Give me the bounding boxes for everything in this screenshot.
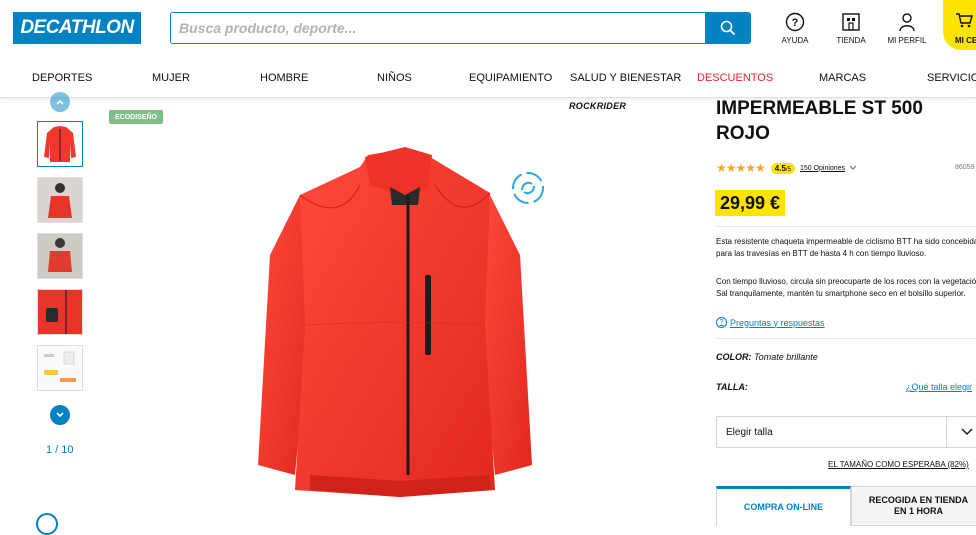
- nav-item-marcas[interactable]: MARCAS: [819, 72, 866, 84]
- size-select-value: Elegir talla: [726, 426, 773, 438]
- size-select[interactable]: Elegir talla: [716, 416, 976, 448]
- brand-logo: ROCKRIDER: [569, 101, 627, 111]
- profile-label: MI PERFIL: [887, 36, 927, 45]
- purchase-tabs: COMPRA ON-LINE RECOGIDA EN TIENDA EN 1 H…: [716, 486, 976, 526]
- decathlon-logo[interactable]: DECATHLON: [13, 12, 141, 44]
- cart-icon: [956, 13, 973, 28]
- ecodesign-badge: ECODISEÑO: [109, 110, 164, 124]
- divider: [716, 226, 976, 227]
- gallery-thumb-4[interactable]: [37, 289, 83, 335]
- questions-link[interactable]: ? Preguntas y respuestas: [716, 317, 825, 328]
- size-guide-link[interactable]: ¿Qué talla elegir: [906, 382, 972, 392]
- rating-stars-icon: ★★★★★: [716, 161, 766, 175]
- size-select-toggle[interactable]: [946, 417, 976, 447]
- tab-store-line1: RECOGIDA EN TIENDA: [868, 495, 969, 505]
- main-nav: DEPORTES MUJER HOMBRE NIÑOS EQUIPAMIENTO…: [0, 58, 976, 98]
- nav-item-ninos[interactable]: NIÑOS: [377, 72, 412, 84]
- chevron-down-icon: [961, 428, 972, 435]
- gallery-thumb-1[interactable]: [37, 121, 83, 167]
- opinions-link[interactable]: 150 Opiniones: [800, 165, 845, 172]
- store-label: TIENDA: [836, 36, 866, 45]
- questions-link-label: Preguntas y respuestas: [730, 317, 825, 328]
- gallery-up-button[interactable]: [50, 92, 70, 112]
- tab-store-pickup[interactable]: RECOGIDA EN TIENDA EN 1 HORA: [851, 486, 976, 526]
- nav-item-descuentos[interactable]: DESCUENTOS: [697, 72, 773, 84]
- rider-photo-thumbnail: [38, 178, 82, 222]
- nav-item-salud[interactable]: SALUD Y BIENESTAR: [570, 72, 681, 84]
- profile-link[interactable]: MI PERFIL: [880, 12, 934, 45]
- color-value: Tomate brillante: [754, 352, 818, 362]
- product-description-1: Esta resistente chaqueta impermeable de …: [716, 237, 976, 258]
- product-description-2: Con tiempo lluvioso, circula sin preocup…: [716, 277, 976, 298]
- site-header: DECATHLON ? AYUDA TIENDA MI PERFIL MI CE: [0, 0, 976, 58]
- detail-thumbnail: [38, 290, 82, 334]
- gallery-thumb-2[interactable]: [37, 177, 83, 223]
- product-title: IMPERMEABLE ST 500 ROJO: [716, 96, 923, 146]
- nav-item-hombre[interactable]: HOMBRE: [260, 72, 308, 84]
- infographic-thumbnail: [38, 346, 82, 390]
- help-label: AYUDA: [781, 36, 809, 45]
- store-link[interactable]: TIENDA: [824, 12, 878, 45]
- zoom-icon[interactable]: [36, 513, 58, 535]
- gallery-thumb-3[interactable]: [37, 233, 83, 279]
- chevron-up-icon: [56, 99, 64, 105]
- size-label: TALLA:: [716, 382, 748, 392]
- help-circle-icon: ?: [785, 12, 805, 32]
- gallery-thumb-5[interactable]: [37, 345, 83, 391]
- gallery-counter: 1 / 10: [46, 444, 74, 456]
- search-button[interactable]: [705, 13, 750, 43]
- search-input[interactable]: [171, 13, 705, 43]
- question-icon: ?: [716, 317, 727, 328]
- tab-online[interactable]: COMPRA ON-LINE: [716, 486, 851, 526]
- rider-back-thumbnail: [38, 234, 82, 278]
- chevron-down-icon: [56, 412, 64, 418]
- nav-item-deportes[interactable]: DEPORTES: [32, 72, 92, 84]
- search-icon: [720, 20, 735, 36]
- chevron-down-icon: [849, 165, 857, 170]
- help-link[interactable]: ? AYUDA: [768, 12, 822, 45]
- svg-text:?: ?: [792, 17, 799, 29]
- product-reference: 86059: [955, 164, 975, 171]
- cart-button[interactable]: MI CE: [943, 0, 976, 50]
- divider: [716, 338, 976, 339]
- color-label: COLOR:: [716, 352, 752, 362]
- color-row: COLOR: Tomate brillante: [716, 352, 818, 362]
- rating-scale: /5: [785, 166, 791, 173]
- nav-item-equipamiento[interactable]: EQUIPAMIENTO: [469, 72, 552, 84]
- product-price: 29,99 €: [715, 190, 786, 216]
- nav-item-servicios[interactable]: SERVICIOS: [927, 72, 976, 84]
- cart-label: MI CE: [955, 36, 976, 45]
- tab-store-line2: EN 1 HORA: [893, 506, 943, 516]
- nav-item-mujer[interactable]: MUJER: [152, 72, 190, 84]
- product-title-line1: IMPERMEABLE ST 500: [716, 98, 923, 119]
- product-title-line2: ROJO: [716, 123, 770, 144]
- user-icon: [899, 13, 915, 32]
- size-fit-link[interactable]: EL TAMAÑO COMO ESPERABA (82%): [828, 460, 969, 469]
- rating-pill: 4.5/5: [770, 162, 795, 174]
- product-main-image[interactable]: [240, 145, 550, 505]
- rating-value: 4.5: [774, 163, 786, 173]
- store-icon: [842, 13, 860, 31]
- gallery-down-button[interactable]: [50, 405, 70, 425]
- product-rating[interactable]: ★★★★★ 4.5/5 150 Opiniones: [716, 161, 858, 175]
- jacket-thumbnail: [44, 126, 76, 162]
- search-bar: [170, 12, 751, 44]
